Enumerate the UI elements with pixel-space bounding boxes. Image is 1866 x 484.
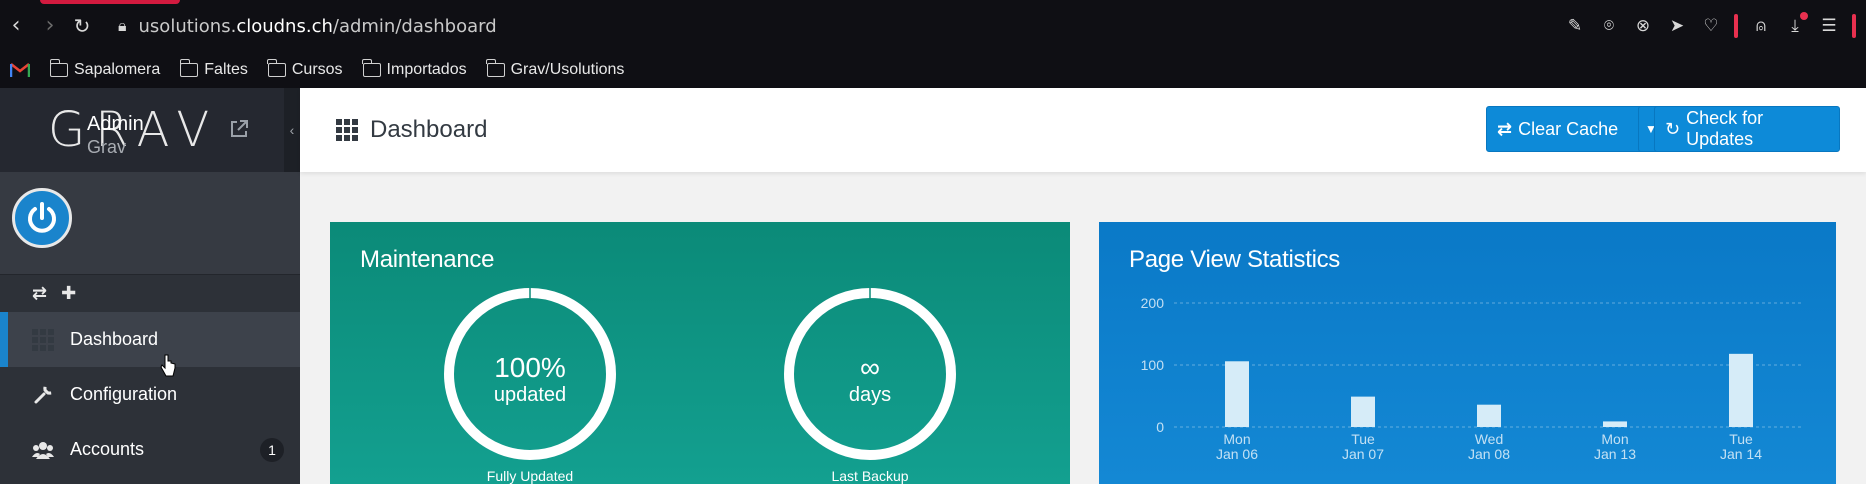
chart-bar[interactable] — [1225, 361, 1249, 427]
browser-toolbar: ‹ › ↻ 🔒︎ usolutions.cloudns.ch/admin/das… — [0, 0, 1866, 52]
y-tick-label: 200 — [1141, 295, 1165, 311]
x-tick-label: Jan 08 — [1468, 446, 1510, 462]
backup-label: Last Backup — [831, 468, 909, 484]
updated-label: Fully Updated — [486, 468, 574, 484]
gmail-icon[interactable] — [10, 62, 30, 78]
logo-area: GRAV — [0, 88, 300, 172]
sync-icon: ↻ — [1665, 118, 1681, 140]
x-tick-label: Jan 06 — [1216, 446, 1258, 462]
shield-block-icon[interactable]: ⊗ — [1632, 15, 1654, 37]
back-icon[interactable]: ‹ — [2, 12, 30, 40]
address-bar[interactable]: 🔒︎ usolutions.cloudns.ch/admin/dashboard — [118, 10, 497, 42]
active-tab-indicator — [40, 0, 180, 4]
chart-bar[interactable] — [1603, 421, 1627, 427]
main-content: Dashboard ⇄ Clear Cache ▼ ↻ Check for Up… — [300, 88, 1866, 484]
quick-actions: ⇄ ✚ — [0, 274, 300, 312]
reload-icon[interactable]: ↻ — [68, 12, 96, 40]
page-view-chart: 0100200MonJan 06TueJan 07WedJan 08MonJan… — [1141, 295, 1804, 462]
x-tick-label: Mon — [1601, 431, 1628, 447]
chart-bar[interactable] — [1729, 353, 1753, 427]
x-tick-label: Tue — [1351, 431, 1375, 447]
folder-icon — [267, 59, 286, 77]
check-updates-label: Check for Updates — [1686, 108, 1764, 149]
folder-icon — [179, 59, 199, 77]
backup-unit: days — [848, 384, 892, 406]
sidebar-item-accounts[interactable]: Accounts 1 — [0, 422, 300, 477]
x-tick-label: Jan 07 — [1342, 446, 1384, 462]
screen: ‹ › ↻ 🔒︎ usolutions.cloudns.ch/admin/das… — [0, 0, 1866, 484]
download-icon[interactable]: ⤓ — [1784, 12, 1808, 37]
sidebar-marker-right — [1852, 14, 1856, 38]
backup-gauge: ∞ days — [782, 286, 958, 462]
edit-icon[interactable]: ✎ — [1564, 15, 1586, 37]
bookmark-importados[interactable]: Importados — [362, 59, 467, 79]
x-tick-label: Wed — [1475, 431, 1504, 447]
sidebar-collapse-button[interactable]: ‹ — [284, 88, 300, 172]
clear-cache-quick-icon[interactable]: ⇄ — [32, 283, 47, 304]
user-name[interactable]: Admin — [87, 113, 144, 136]
lock-icon: 🔒︎ — [118, 16, 127, 35]
profile-icon[interactable]: ⍝ — [1750, 15, 1772, 37]
y-tick-label: 0 — [1156, 419, 1164, 435]
updated-percent: 100% — [494, 352, 566, 383]
sidebar-item-label: Configuration — [70, 384, 178, 404]
bookmark-faltes[interactable]: Faltes — [179, 59, 248, 79]
x-tick-label: Tue — [1729, 431, 1753, 447]
bookmark-sapalomera[interactable]: Sapalomera — [49, 59, 160, 79]
browser-extensions: ✎ ⌾ ⊗ ➤ ♡ ⍝ ⤓ ☰ — [1564, 12, 1856, 40]
sidebar-item-configuration[interactable]: Configuration — [0, 367, 300, 422]
external-link-icon[interactable] — [228, 118, 250, 140]
page-title-text: Dashboard — [370, 116, 488, 143]
bookmarks-bar: Sapalomera Faltes Cursos Importados Grav… — [0, 52, 1866, 88]
heart-icon[interactable]: ♡ — [1700, 15, 1722, 37]
chart-bar[interactable] — [1351, 396, 1375, 427]
clear-cache-button[interactable]: ⇄ Clear Cache — [1486, 106, 1650, 152]
users-icon — [32, 439, 54, 461]
backup-days-value: ∞ — [860, 352, 880, 383]
maintenance-title: Maintenance — [360, 246, 495, 273]
camera-icon[interactable]: ⌾ — [1598, 15, 1620, 37]
page-view-stats-card: Page View Statistics 0 100 200 Mon Jan 06 Tue… — [1099, 222, 1836, 484]
grid-icon — [32, 328, 54, 351]
folder-icon — [362, 59, 381, 77]
add-page-icon[interactable]: ✚ — [61, 283, 76, 304]
notification-dot — [1800, 12, 1808, 20]
accounts-count-badge: 1 — [260, 438, 284, 462]
user-role: Grav — [87, 137, 127, 157]
refresh-arrows-icon: ⇄ — [1497, 118, 1513, 140]
x-tick-label: Jan 14 — [1720, 446, 1762, 462]
mouse-pointer-icon — [160, 354, 176, 377]
updated-gauge: 100% updated — [442, 286, 618, 462]
sidebar-item-dashboard[interactable]: Dashboard — [0, 312, 300, 367]
x-tick-label: Jan 13 — [1594, 446, 1636, 462]
page-header: Dashboard ⇄ Clear Cache ▼ ↻ Check for Up… — [300, 88, 1866, 172]
folder-icon — [486, 59, 505, 77]
sidebar-item-label: Accounts — [70, 439, 145, 459]
check-updates-button[interactable]: ↻ Check for Updates — [1654, 106, 1840, 152]
send-icon[interactable]: ➤ — [1666, 15, 1688, 37]
chart-bar[interactable] — [1477, 404, 1501, 427]
sidebar-marker — [1734, 14, 1738, 38]
folder-icon — [49, 59, 68, 77]
bookmark-grav-usolutions[interactable]: Grav/Usolutions — [486, 59, 624, 79]
admin-sidebar: GRAV ‹ ⇄ ✚ Dashboard Configuration Accou… — [0, 88, 300, 484]
y-tick-label: 100 — [1141, 357, 1165, 373]
maintenance-card: Maintenance 100% updated Fully Updated ∞… — [330, 222, 1070, 484]
sidebar-item-label: Dashboard — [70, 329, 159, 349]
page-title: Dashboard — [336, 116, 487, 144]
dashboard-grid-icon — [336, 119, 358, 141]
clear-cache-label: Clear Cache — [1518, 118, 1619, 139]
avatar[interactable] — [12, 188, 72, 248]
x-tick-label: Mon — [1223, 431, 1250, 447]
power-icon — [28, 202, 56, 233]
bookmark-cursos[interactable]: Cursos — [267, 59, 343, 79]
updated-unit: updated — [493, 384, 567, 406]
forward-icon[interactable]: › — [36, 12, 64, 40]
settings-sliders-icon[interactable]: ☰ — [1818, 15, 1840, 37]
user-panel[interactable] — [0, 172, 300, 274]
wrench-icon — [32, 384, 54, 406]
url-text[interactable]: usolutions.cloudns.ch/admin/dashboard — [139, 16, 497, 37]
